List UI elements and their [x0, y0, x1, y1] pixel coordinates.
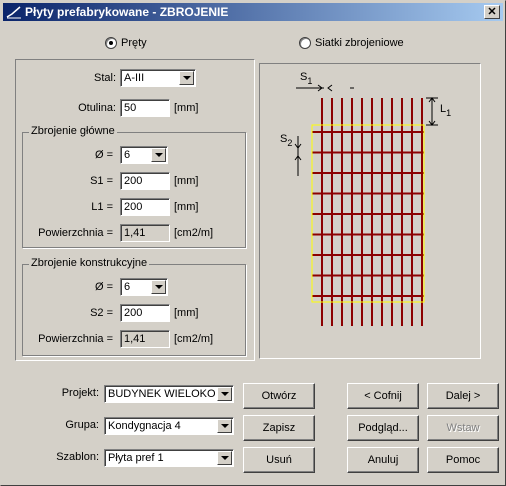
grupa-label: Grupa: [65, 419, 99, 431]
s1-unit: [mm] [174, 175, 199, 187]
pomoc-button[interactable]: Pomoc [427, 447, 499, 473]
chevron-down-icon[interactable] [217, 451, 232, 465]
anuluj-button[interactable]: Anuluj [347, 447, 419, 473]
diagram-panel: S1 S2 L1 [259, 63, 481, 359]
close-button[interactable]: ✕ [484, 5, 500, 19]
powierzchnia-glowne-value: 1,41 [120, 224, 170, 242]
powierzchnia-unit: [cm2/m] [174, 333, 214, 345]
stal-label: Stal: [93, 72, 116, 84]
powierzchnia-label: Powierzchnia = [38, 227, 113, 239]
radio-prety-label: Pręty [121, 37, 147, 49]
powierzchnia-unit: [cm2/m] [174, 227, 214, 239]
l1-input[interactable]: 200 [120, 198, 170, 216]
grupa-value: Kondygnacja 4 [108, 420, 181, 432]
projekt-label: Projekt: [61, 387, 99, 399]
zbrojenie-konstrukcyjne-group: Zbrojenie konstrukcyjne Ø = 6 S2 = 200 [… [22, 257, 246, 356]
close-icon: ✕ [487, 6, 497, 18]
s2-unit: [mm] [174, 307, 199, 319]
otworz-button[interactable]: Otwórz [243, 383, 315, 409]
powierzchnia-konstr-value: 1,41 [120, 330, 170, 348]
s2-label: S2 = [90, 307, 113, 319]
stal-value: A-III [124, 72, 145, 84]
cofnij-button[interactable]: < Cofnij [347, 383, 419, 409]
phi-glowne-select[interactable]: 6 [120, 146, 168, 164]
dalej-button[interactable]: Dalej > [427, 383, 499, 409]
window-title: Płyty prefabrykowane - ZBROJENIE [25, 5, 229, 19]
parameters-panel: Stal: A-III Otulina: 50 [mm] Zbrojenie g… [15, 59, 255, 361]
reinforcement-diagram: S1 S2 L1 [280, 71, 451, 326]
s1-dim-label: S1 [300, 71, 312, 86]
s2-dim-label: S2 [280, 133, 292, 148]
phi-glowne-value: 6 [124, 149, 131, 161]
group-title-konstrukcyjne: Zbrojenie konstrukcyjne [29, 257, 150, 269]
s2-dimension [294, 136, 302, 176]
phi-label: Ø = [94, 149, 113, 161]
szablon-select[interactable]: Płyta pref 1 [104, 449, 234, 467]
szablon-label: Szablon: [56, 451, 99, 463]
s1-label: S1 = [90, 175, 113, 187]
stal-select[interactable]: A-III [120, 69, 196, 87]
chevron-down-icon[interactable] [217, 387, 232, 401]
projekt-select[interactable]: BUDYNEK WIELOKONDYGNACYJNY [104, 385, 234, 403]
l1-dim-label: L1 [440, 103, 451, 118]
usun-button[interactable]: Usuń [243, 447, 315, 473]
otulina-label: Otulina: [78, 102, 116, 114]
projekt-value: BUDYNEK WIELOKONDYGNACYJNY [108, 388, 215, 400]
radio-dot [109, 41, 113, 45]
phi-konstr-value: 6 [124, 281, 131, 293]
chevron-down-icon[interactable] [217, 419, 232, 433]
l1-label: L1 = [91, 201, 113, 213]
wstaw-button[interactable]: Wstaw [427, 415, 499, 441]
chevron-down-icon[interactable] [151, 148, 166, 162]
chevron-down-icon[interactable] [179, 71, 194, 85]
group-title-glowne: Zbrojenie główne [29, 125, 117, 137]
s1-input[interactable]: 200 [120, 172, 170, 190]
phi-label: Ø = [94, 281, 113, 293]
l1-unit: [mm] [174, 201, 199, 213]
dialog-window: Płyty prefabrykowane - ZBROJENIE ✕ Pręty… [0, 0, 506, 486]
zapisz-button[interactable]: Zapisz [243, 415, 315, 441]
s1-dimension [296, 84, 354, 92]
s2-input[interactable]: 200 [120, 304, 170, 322]
radio-siatki-label: Siatki zbrojeniowe [315, 37, 404, 49]
zbrojenie-glowne-group: Zbrojenie główne Ø = 6 S1 = 200 [mm] L1 … [22, 125, 246, 248]
l1-dimension [426, 97, 438, 126]
powierzchnia-label: Powierzchnia = [38, 333, 113, 345]
szablon-value: Płyta pref 1 [108, 452, 164, 464]
title-bar: Płyty prefabrykowane - ZBROJENIE ✕ [3, 3, 503, 21]
app-icon [6, 6, 21, 19]
radio-prety[interactable] [105, 37, 117, 49]
otulina-unit: [mm] [174, 102, 199, 114]
chevron-down-icon[interactable] [151, 280, 166, 294]
reinforcement-bars [312, 98, 424, 326]
radio-siatki[interactable] [299, 37, 311, 49]
grupa-select[interactable]: Kondygnacja 4 [104, 417, 234, 435]
otulina-input[interactable]: 50 [120, 99, 170, 117]
phi-konstr-select[interactable]: 6 [120, 278, 168, 296]
podglad-button[interactable]: Podgląd... [347, 415, 419, 441]
